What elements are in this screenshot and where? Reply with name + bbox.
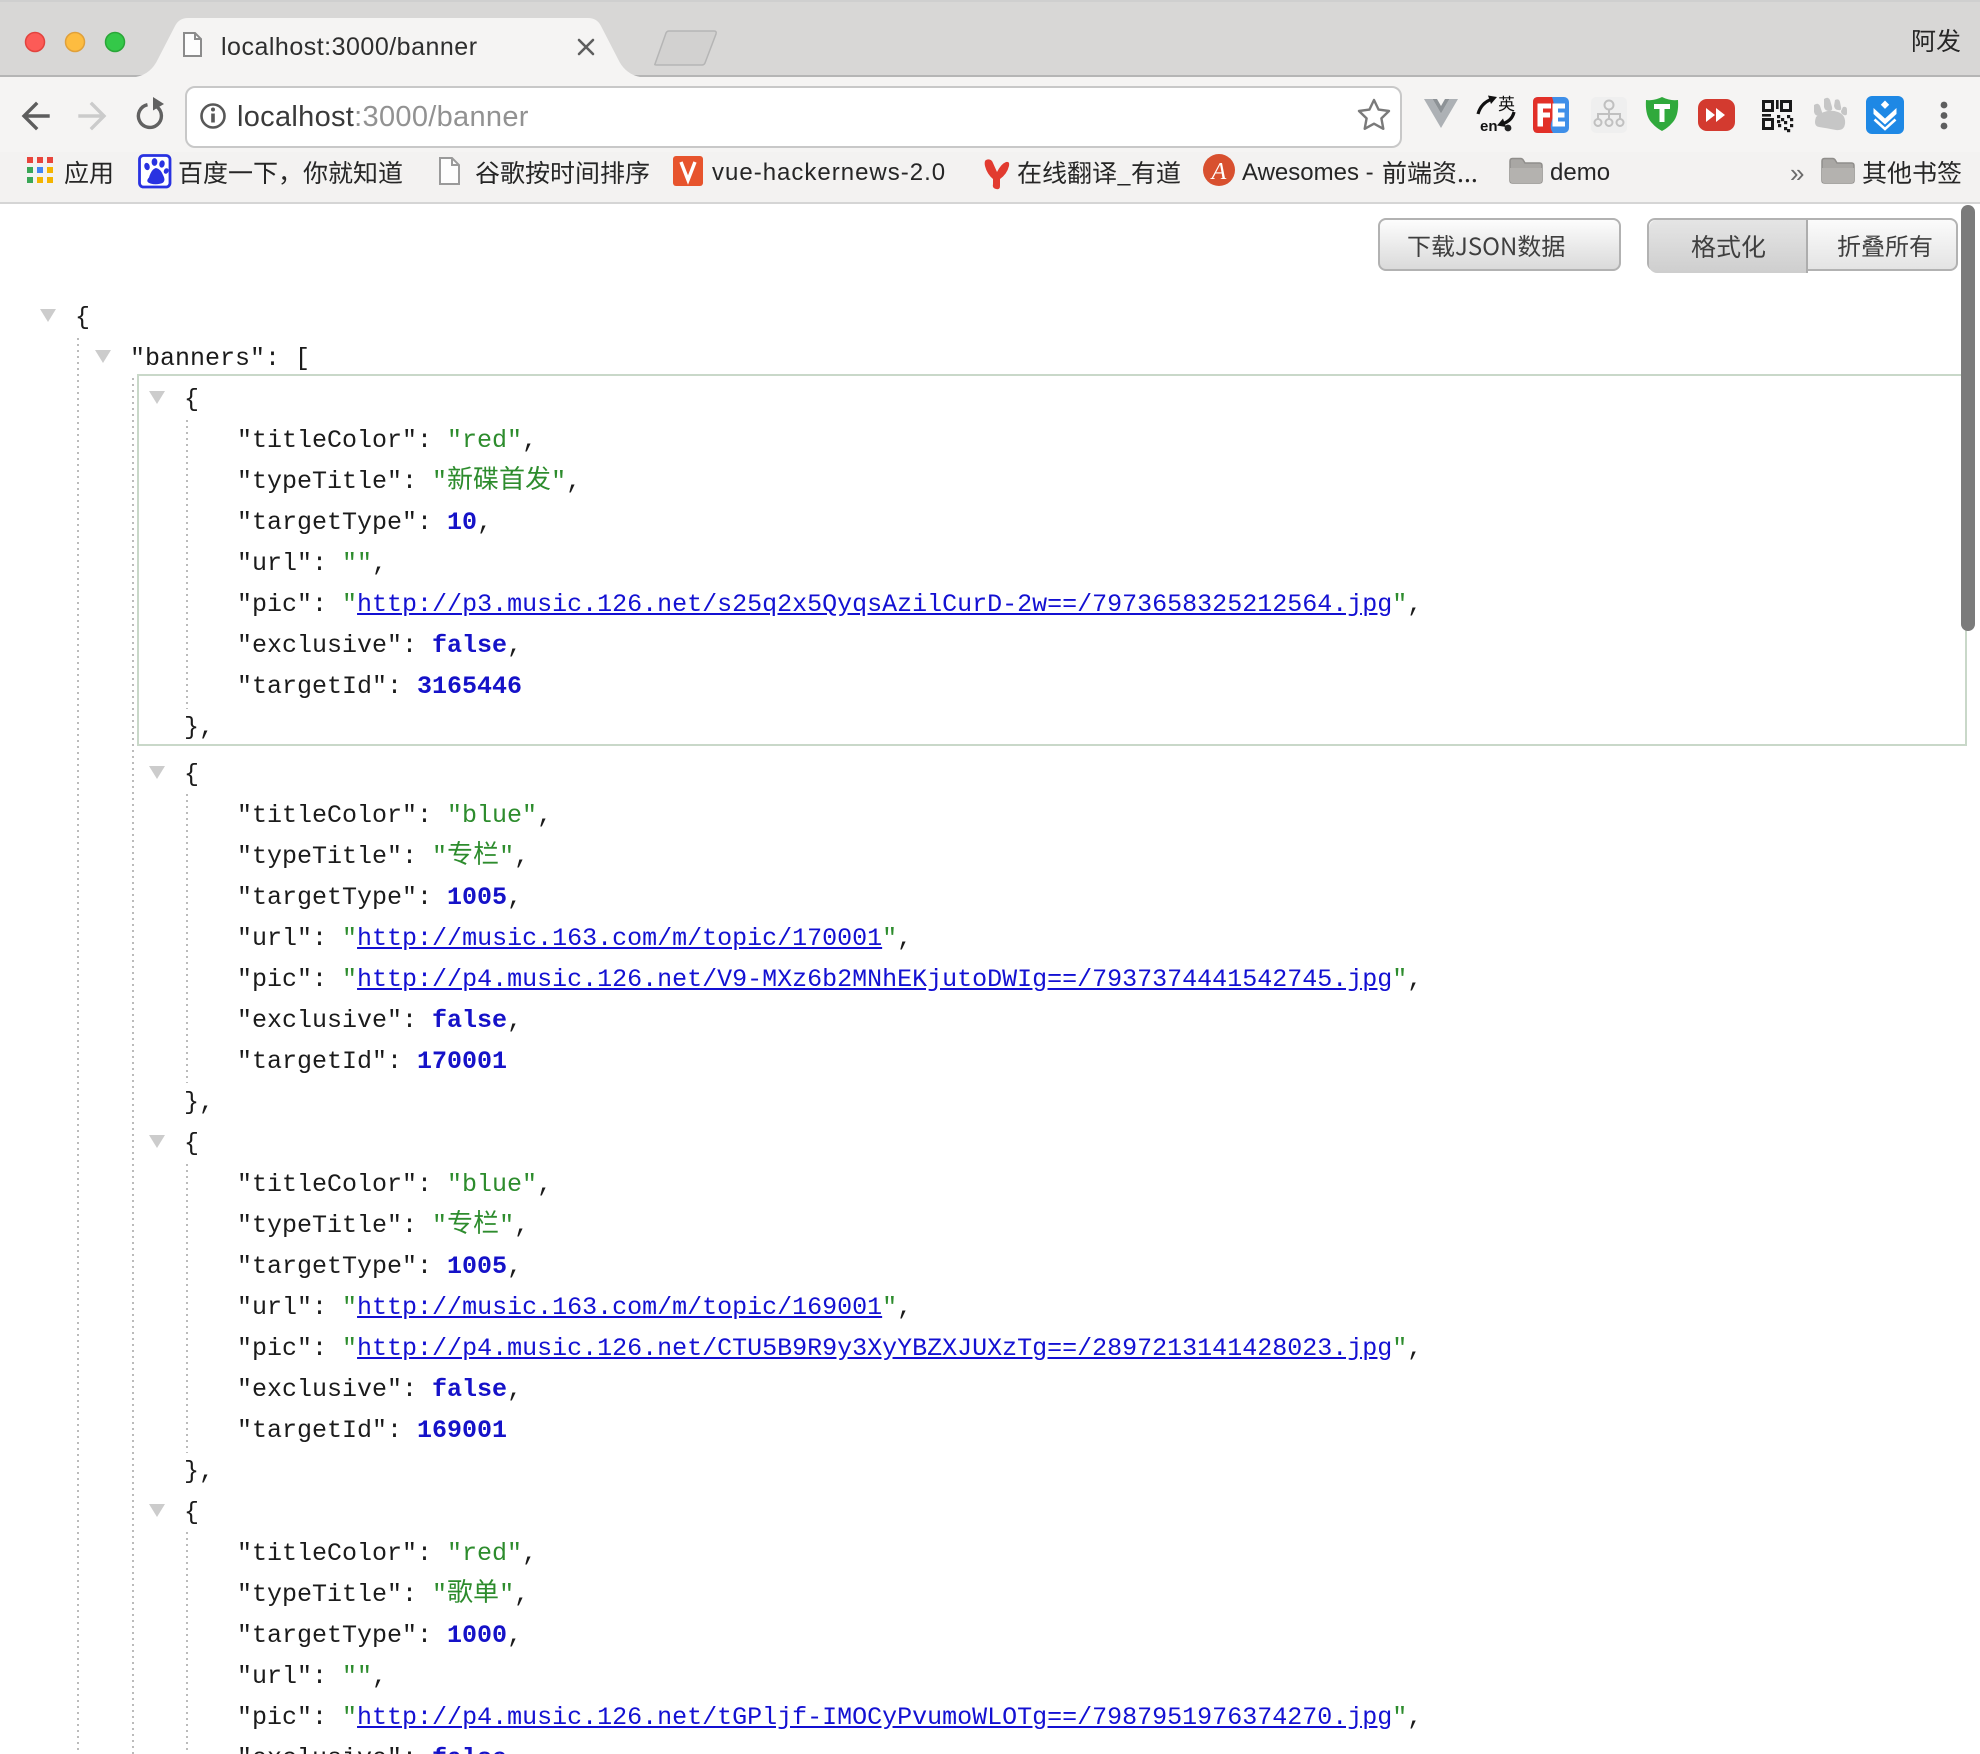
svg-text:»: » [1790,158,1804,188]
svg-text:A: A [1210,159,1227,185]
